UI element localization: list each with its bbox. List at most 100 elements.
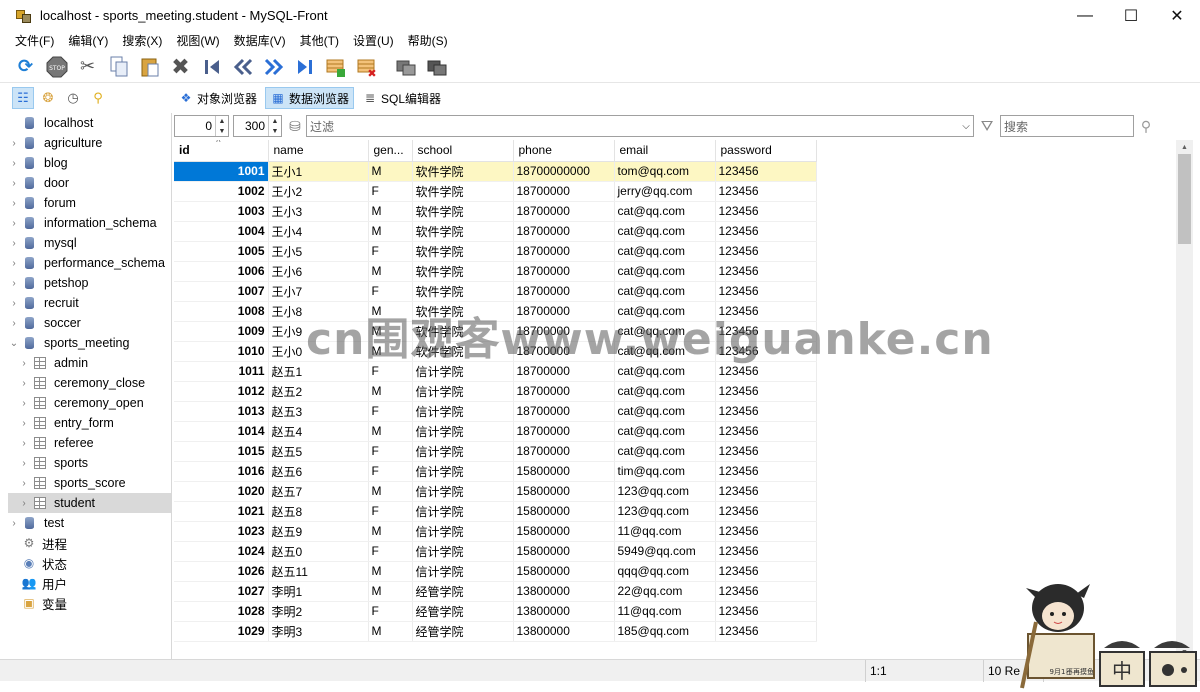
column-header-password[interactable]: password: [715, 140, 817, 162]
menu-file[interactable]: 文件(F): [8, 32, 61, 49]
bookmark-icon[interactable]: ⚲: [87, 87, 109, 109]
cell-name[interactable]: 赵五5: [268, 441, 369, 462]
cell-email[interactable]: 5949@qq.com: [614, 541, 716, 562]
cell-name[interactable]: 赵五1: [268, 361, 369, 382]
cell-phone[interactable]: 13800000: [513, 581, 615, 602]
commit-icon[interactable]: [392, 54, 419, 80]
tree-item-database[interactable]: › soccer: [8, 313, 171, 333]
cell-email[interactable]: cat@qq.com: [614, 261, 716, 282]
cell-phone[interactable]: 15800000: [513, 501, 615, 522]
table-row[interactable]: 1015 赵五5 F 信计学院 18700000 cat@qq.com 123456: [174, 441, 817, 462]
cell-password[interactable]: 123456: [715, 241, 817, 262]
table-row[interactable]: 1009 王小9 M 软件学院 18700000 cat@qq.com 123456: [174, 321, 817, 342]
rollback-icon[interactable]: [423, 54, 450, 80]
cell-id[interactable]: 1014: [174, 421, 269, 442]
table-row[interactable]: 1003 王小3 M 软件学院 18700000 cat@qq.com 123456: [174, 201, 817, 222]
cell-email[interactable]: 11@qq.com: [614, 521, 716, 542]
cell-gender[interactable]: M: [368, 221, 413, 242]
table-row[interactable]: 1014 赵五4 M 信计学院 18700000 cat@qq.com 123456: [174, 421, 817, 442]
cell-school[interactable]: 软件学院: [412, 281, 514, 302]
tree-item-status[interactable]: ◉ 状态: [8, 553, 171, 573]
cell-id[interactable]: 1029: [174, 621, 269, 642]
cell-password[interactable]: 123456: [715, 341, 817, 362]
scroll-up-icon[interactable]: ▲: [1176, 140, 1193, 154]
cell-email[interactable]: qqq@qq.com: [614, 561, 716, 582]
tree-item-processes[interactable]: ⚙ 进程: [8, 533, 171, 553]
cell-gender[interactable]: M: [368, 261, 413, 282]
tree-item-variables[interactable]: ▣ 变量: [8, 593, 171, 613]
tree-item-database[interactable]: › mysql: [8, 233, 171, 253]
cell-password[interactable]: 123456: [715, 361, 817, 382]
tree-item-table[interactable]: › sports_score: [8, 473, 171, 493]
tree-item-table[interactable]: › referee: [8, 433, 171, 453]
cell-phone[interactable]: 13800000: [513, 621, 615, 642]
cell-password[interactable]: 123456: [715, 601, 817, 622]
cell-phone[interactable]: 13800000: [513, 601, 615, 622]
cell-name[interactable]: 王小6: [268, 261, 369, 282]
cell-school[interactable]: 信计学院: [412, 421, 514, 442]
column-header-gender[interactable]: gen...: [368, 140, 413, 162]
cell-email[interactable]: cat@qq.com: [614, 321, 716, 342]
expand-icon[interactable]: ›: [8, 238, 20, 249]
cell-phone[interactable]: 18700000: [513, 381, 615, 402]
column-header-school[interactable]: school: [412, 140, 514, 162]
cell-password[interactable]: 123456: [715, 541, 817, 562]
tree-item-localhost[interactable]: localhost: [8, 113, 171, 133]
tab-sql-editor[interactable]: ≣ SQL编辑器: [358, 87, 445, 109]
chevron-down-icon[interactable]: ⌵: [959, 121, 973, 132]
cell-school[interactable]: 经管学院: [412, 581, 514, 602]
history-icon[interactable]: ◷: [62, 87, 84, 109]
cell-email[interactable]: jerry@qq.com: [614, 181, 716, 202]
cell-school[interactable]: 软件学院: [412, 321, 514, 342]
menu-help[interactable]: 帮助(S): [401, 32, 455, 49]
cell-gender[interactable]: F: [368, 461, 413, 482]
cell-password[interactable]: 123456: [715, 181, 817, 202]
tree-item-database[interactable]: › agriculture: [8, 133, 171, 153]
expand-icon[interactable]: ›: [8, 218, 20, 229]
cell-password[interactable]: 123456: [715, 281, 817, 302]
scrollbar-thumb[interactable]: [1178, 154, 1191, 244]
close-button[interactable]: ✕: [1154, 0, 1200, 31]
cell-phone[interactable]: 18700000: [513, 181, 615, 202]
cell-school[interactable]: 信计学院: [412, 401, 514, 422]
tree-item-table-selected[interactable]: › student: [8, 493, 171, 513]
tree-item-table[interactable]: › ceremony_open: [8, 393, 171, 413]
cell-school[interactable]: 经管学院: [412, 621, 514, 642]
expand-icon[interactable]: ›: [18, 478, 30, 489]
cell-phone[interactable]: 15800000: [513, 541, 615, 562]
expand-icon[interactable]: ›: [18, 378, 30, 389]
cell-password[interactable]: 123456: [715, 461, 817, 482]
expand-icon[interactable]: ›: [8, 298, 20, 309]
table-row[interactable]: 1024 赵五0 F 信计学院 15800000 5949@qq.com 123456: [174, 541, 817, 562]
column-header-phone[interactable]: phone: [513, 140, 615, 162]
cell-phone[interactable]: 18700000: [513, 441, 615, 462]
table-row[interactable]: 1029 李明3 M 经管学院 13800000 185@qq.com 123456: [174, 621, 817, 642]
tab-object-browser[interactable]: ❖ 对象浏览器: [174, 87, 261, 109]
cell-phone[interactable]: 18700000: [513, 201, 615, 222]
cell-phone[interactable]: 18700000: [513, 421, 615, 442]
cell-school[interactable]: 信计学院: [412, 461, 514, 482]
cell-name[interactable]: 王小0: [268, 341, 369, 362]
cell-email[interactable]: cat@qq.com: [614, 301, 716, 322]
next-record-icon[interactable]: [260, 54, 287, 80]
cell-name[interactable]: 王小9: [268, 321, 369, 342]
cell-password[interactable]: 123456: [715, 221, 817, 242]
table-row[interactable]: 1010 王小0 M 软件学院 18700000 cat@qq.com 123456: [174, 341, 817, 362]
cell-school[interactable]: 信计学院: [412, 521, 514, 542]
expand-icon[interactable]: ›: [18, 358, 30, 369]
cell-name[interactable]: 赵五7: [268, 481, 369, 502]
stop-icon[interactable]: STOP: [43, 54, 70, 80]
table-row[interactable]: 1008 王小8 M 软件学院 18700000 cat@qq.com 123456: [174, 301, 817, 322]
offset-value[interactable]: 0: [175, 119, 215, 133]
cell-school[interactable]: 信计学院: [412, 541, 514, 562]
cell-name[interactable]: 赵五9: [268, 521, 369, 542]
table-row[interactable]: 1006 王小6 M 软件学院 18700000 cat@qq.com 123456: [174, 261, 817, 282]
cell-phone[interactable]: 18700000: [513, 361, 615, 382]
copy-icon[interactable]: [105, 54, 132, 80]
tab-data-browser[interactable]: ▦ 数据浏览器: [265, 87, 355, 109]
cell-password[interactable]: 123456: [715, 261, 817, 282]
cell-email[interactable]: 11@qq.com: [614, 601, 716, 622]
cell-email[interactable]: tom@qq.com: [614, 161, 716, 182]
delete-record-icon[interactable]: ✖: [353, 54, 380, 80]
cell-gender[interactable]: F: [368, 181, 413, 202]
